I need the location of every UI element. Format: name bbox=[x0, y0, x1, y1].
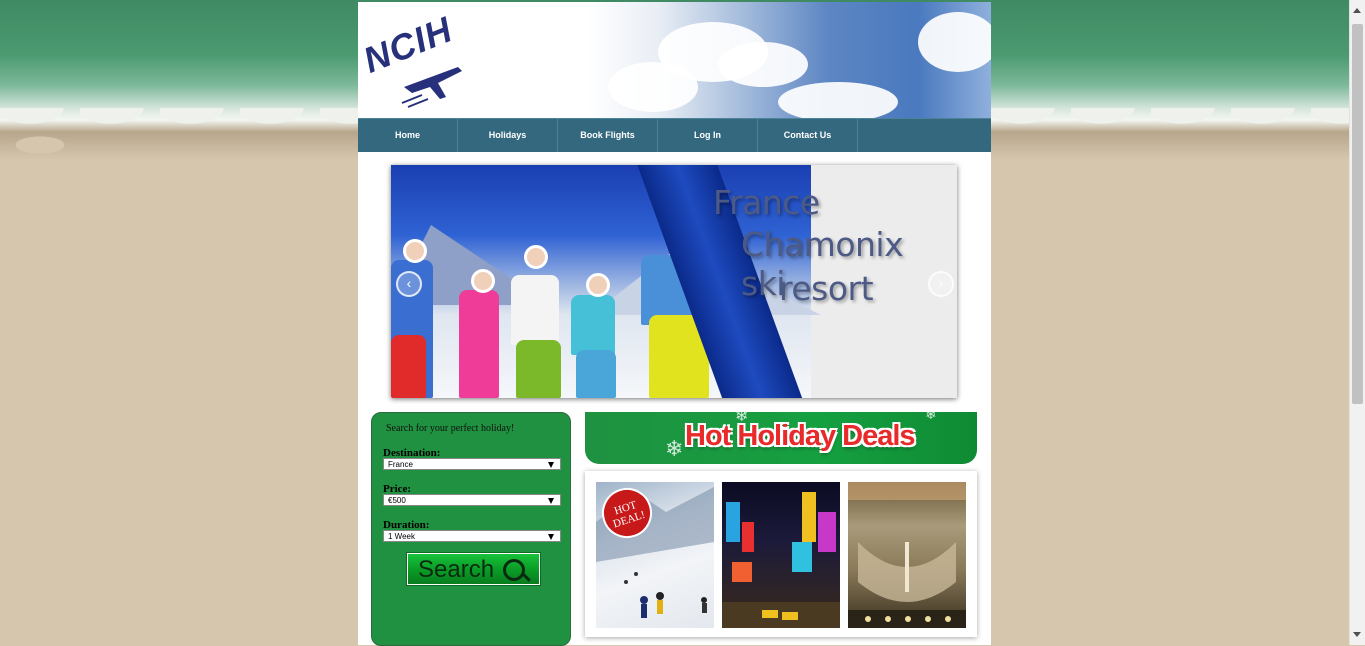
skier-figure bbox=[391, 335, 426, 398]
wave-right bbox=[991, 108, 1350, 168]
image-slider[interactable]: France Chamonix ski resort ‹ › bbox=[391, 165, 957, 398]
scroll-down-icon[interactable] bbox=[1353, 632, 1361, 637]
skier-head bbox=[403, 239, 427, 263]
nav-item-contact-us[interactable]: Contact Us bbox=[758, 119, 858, 152]
skier-figure bbox=[576, 350, 616, 398]
search-icon bbox=[503, 559, 525, 581]
search-button[interactable]: Search bbox=[407, 553, 540, 585]
destination-select[interactable]: France bbox=[383, 458, 561, 470]
wave-left bbox=[0, 108, 358, 168]
vatican-square-illustration bbox=[848, 482, 966, 628]
duration-select[interactable]: 1 Week bbox=[383, 530, 561, 542]
dropdown-arrow-icon bbox=[548, 462, 554, 468]
header: NCIH bbox=[358, 2, 991, 118]
snowflake-icon: ❄ bbox=[925, 412, 937, 422]
cloud-shape bbox=[608, 62, 698, 112]
hot-deals-title: Hot Holiday Deals bbox=[685, 420, 916, 452]
slide-caption-line-3: resort bbox=[779, 269, 874, 308]
dropdown-arrow-icon bbox=[548, 534, 554, 540]
dropdown-arrow-icon bbox=[548, 498, 554, 504]
nav-item-log-in[interactable]: Log In bbox=[658, 119, 758, 152]
chevron-left-icon: ‹ bbox=[406, 275, 412, 291]
search-panel-title: Search for your perfect holiday! bbox=[386, 423, 515, 434]
skier-figure bbox=[511, 275, 559, 345]
vertical-scrollbar[interactable] bbox=[1349, 0, 1365, 645]
skier-figure bbox=[571, 295, 615, 355]
holiday-search-panel: Search for your perfect holiday! Destina… bbox=[371, 412, 571, 646]
skier-figure bbox=[516, 340, 561, 398]
search-icon-handle bbox=[522, 573, 531, 582]
page-container: NCIH Home Holidays Book Flights Log In C… bbox=[358, 2, 991, 646]
site-logo[interactable]: NCIH bbox=[358, 8, 472, 109]
duration-value: 1 Week bbox=[388, 532, 415, 541]
cloud-shape bbox=[918, 12, 991, 72]
snowflake-icon: ❄ bbox=[665, 436, 684, 461]
main-navigation: Home Holidays Book Flights Log In Contac… bbox=[358, 118, 991, 152]
skier-head bbox=[471, 269, 495, 293]
scroll-thumb[interactable] bbox=[1352, 24, 1363, 404]
slider-next-button[interactable]: › bbox=[928, 271, 954, 297]
times-square-illustration bbox=[722, 492, 840, 628]
skier-figure bbox=[459, 290, 499, 398]
skier-head bbox=[586, 273, 610, 297]
nav-item-holidays[interactable]: Holidays bbox=[458, 119, 558, 152]
skier-head bbox=[524, 245, 548, 269]
deal-image-ski[interactable]: HOT DEAL! bbox=[596, 482, 714, 628]
deals-gallery: HOT DEAL! bbox=[585, 471, 977, 637]
airplane-icon bbox=[401, 67, 462, 108]
deal-image-times-square[interactable] bbox=[722, 482, 840, 628]
price-select[interactable]: €500 bbox=[383, 494, 561, 506]
nav-item-book-flights[interactable]: Book Flights bbox=[558, 119, 658, 152]
deal-image-vatican[interactable] bbox=[848, 482, 966, 628]
cloud-shape bbox=[778, 82, 898, 118]
price-value: €500 bbox=[388, 496, 406, 505]
cloud-shape bbox=[718, 42, 808, 87]
chevron-right-icon: › bbox=[938, 275, 944, 291]
hot-deals-banner: ❄ ❄ ❄ Hot Holiday Deals bbox=[585, 412, 977, 464]
slide-caption-line-1: France bbox=[713, 183, 820, 222]
nav-item-home[interactable]: Home bbox=[358, 119, 458, 152]
slider-prev-button[interactable]: ‹ bbox=[396, 271, 422, 297]
search-button-label: Search bbox=[418, 556, 495, 583]
destination-value: France bbox=[388, 460, 413, 469]
scroll-up-icon[interactable] bbox=[1353, 8, 1361, 13]
